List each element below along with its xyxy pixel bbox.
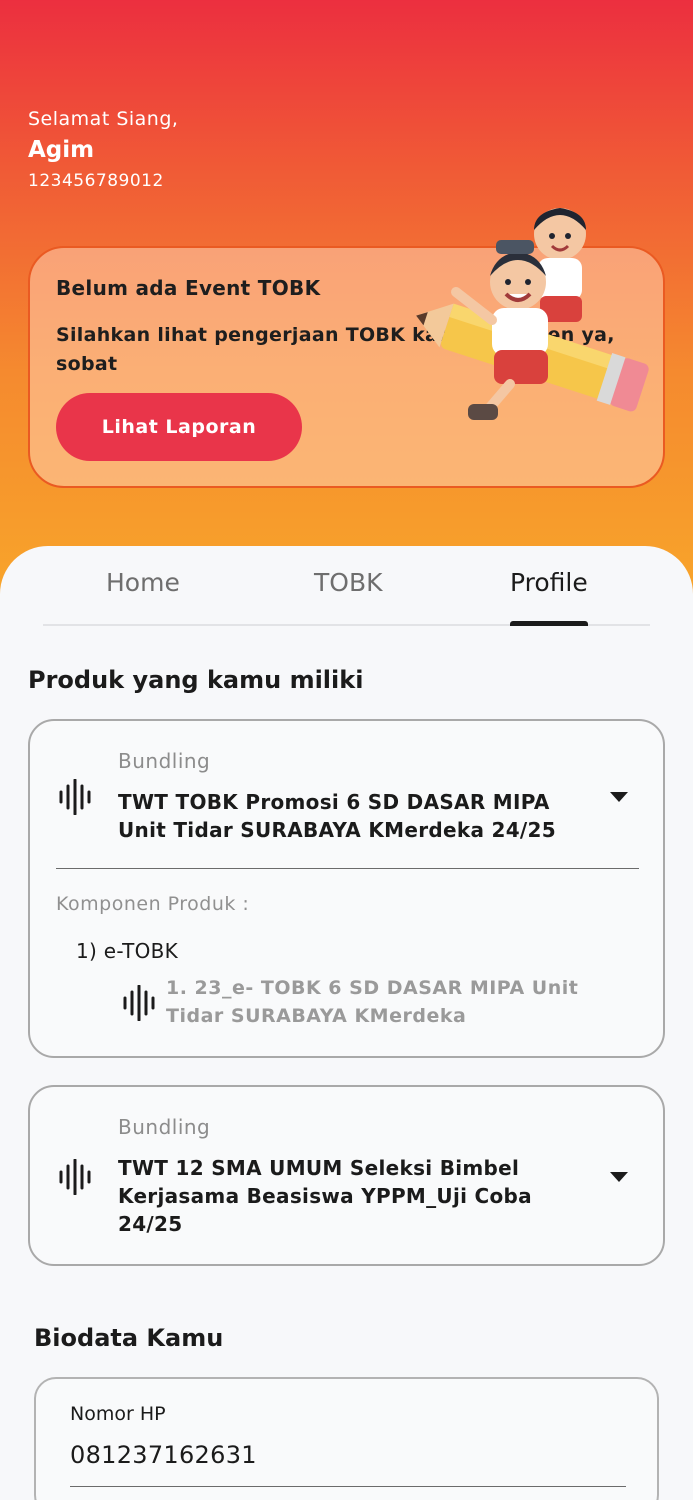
product-type-label: Bundling: [118, 1115, 211, 1139]
user-name: Agim: [28, 137, 95, 163]
tab-home[interactable]: Home: [106, 568, 180, 597]
biodata-section-title: Biodata Kamu: [34, 1324, 224, 1352]
sound-wave-icon: [123, 985, 155, 1021]
kids-riding-pencil-illustration: [416, 208, 649, 420]
phone-field-card: Nomor HP 081237162631: [34, 1377, 659, 1500]
product-type-label: Bundling: [118, 749, 211, 773]
components-label: Komponen Produk :: [56, 893, 250, 915]
tab-profile[interactable]: Profile: [510, 568, 588, 597]
sound-wave-icon: [59, 1159, 91, 1195]
greeting-text: Selamat Siang,: [28, 108, 179, 130]
products-section-title: Produk yang kamu miliki: [28, 666, 364, 694]
tab-bar: Home TOBK Profile: [43, 546, 650, 626]
chevron-down-icon[interactable]: [610, 1172, 628, 1182]
product-card[interactable]: Bundling TWT 12 SMA UMUM Seleksi Bimbel …: [28, 1085, 665, 1266]
event-title: Belum ada Event TOBK: [56, 276, 321, 300]
product-name: TWT TOBK Promosi 6 SD DASAR MIPA Unit Ti…: [118, 790, 556, 842]
phone-label: Nomor HP: [70, 1403, 166, 1425]
divider: [56, 868, 639, 869]
phone-field[interactable]: 081237162631: [70, 1441, 257, 1469]
component-item: 1) e-TOBK: [76, 939, 179, 963]
active-tab-indicator: [510, 621, 588, 626]
product-name: TWT 12 SMA UMUM Seleksi Bimbel Kerjasama…: [118, 1156, 532, 1236]
user-id-number: 123456789012: [28, 171, 164, 191]
chevron-down-icon[interactable]: [610, 792, 628, 802]
tab-tobk[interactable]: TOBK: [314, 568, 383, 597]
header-background: Selamat Siang, Agim 123456789012 Belum a…: [0, 0, 693, 600]
product-card: Bundling TWT TOBK Promosi 6 SD DASAR MIP…: [28, 719, 665, 1058]
sound-wave-icon: [59, 779, 91, 815]
field-underline: [70, 1486, 626, 1487]
content-sheet: Home TOBK Profile Produk yang kamu milik…: [0, 546, 693, 1500]
view-report-button[interactable]: Lihat Laporan: [56, 393, 302, 461]
component-sub-item[interactable]: 1. 23_e- TOBK 6 SD DASAR MIPA Unit Tidar…: [166, 974, 616, 1030]
